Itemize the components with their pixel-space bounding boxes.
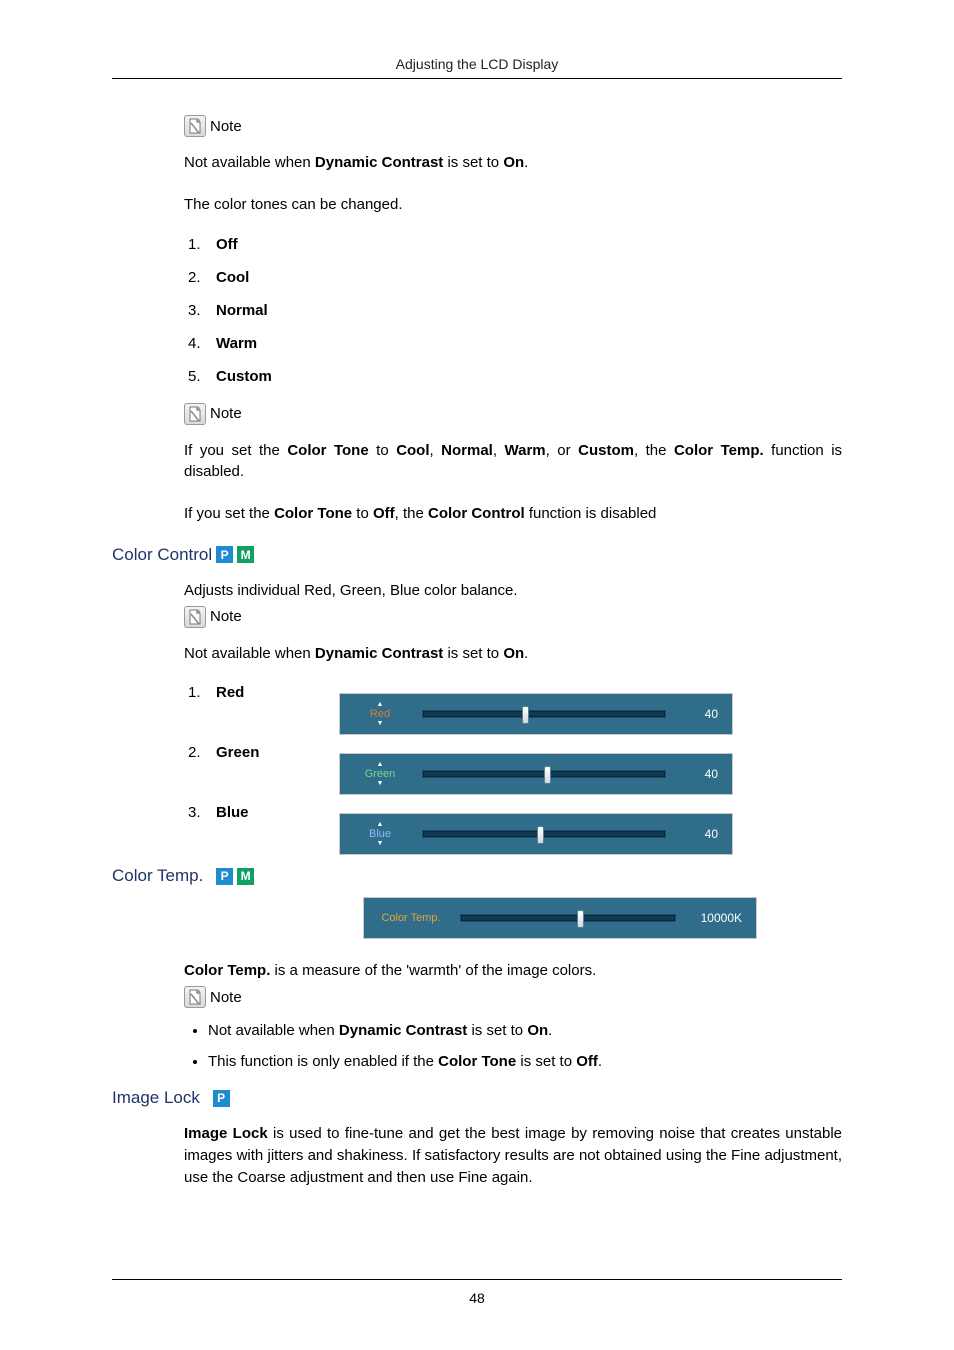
slider-row-blue: 3. Blue ▲Blue▼ 40 — [188, 804, 842, 854]
page-number: 48 — [112, 1290, 842, 1306]
note-label: Note — [210, 989, 242, 1006]
note-label: Note — [210, 118, 242, 135]
note-icon — [184, 986, 206, 1008]
color-temp-bullets: Not available when Dynamic Contrast is s… — [184, 1022, 842, 1070]
slider-track[interactable] — [422, 830, 666, 838]
color-tone-intro: The color tones can be changed. — [184, 194, 842, 216]
p-badge-icon: P — [213, 1090, 230, 1107]
color-control-desc: Adjusts individual Red, Green, Blue colo… — [184, 580, 842, 602]
slider-value: 40 — [674, 827, 718, 841]
slider-thumb[interactable] — [577, 910, 584, 928]
section-heading-color-control: Color ControlPM — [112, 545, 842, 565]
color-control-sliders: 1. Red ▲Red▼ 40 2. Green ▲Green▼ — [184, 684, 842, 854]
slider-value: 40 — [674, 767, 718, 781]
slider-value: 40 — [674, 707, 718, 721]
note-block: Note — [184, 986, 842, 1008]
slider-thumb[interactable] — [522, 706, 529, 724]
slider-row-green: 2. Green ▲Green▼ 40 — [188, 744, 842, 794]
note-icon — [184, 606, 206, 628]
list-item: 3.Normal — [188, 302, 842, 319]
note-text: Not available when Dynamic Contrast is s… — [184, 152, 842, 174]
note-block: Note — [184, 403, 842, 425]
footer-divider — [112, 1279, 842, 1280]
color-temp-desc: Color Temp. is a measure of the 'warmth'… — [184, 960, 842, 982]
osd-slider-blue[interactable]: ▲Blue▼ 40 — [340, 814, 732, 854]
note-block: Note — [184, 115, 842, 137]
osd-slider-red[interactable]: ▲Red▼ 40 — [340, 694, 732, 734]
slider-value: 10000K — [684, 911, 742, 925]
p-badge-icon: P — [216, 546, 233, 563]
list-item: 5.Custom — [188, 368, 842, 385]
slider-track[interactable] — [460, 914, 676, 922]
note-icon — [184, 115, 206, 137]
bullet-item: Not available when Dynamic Contrast is s… — [208, 1022, 842, 1039]
osd-slider-color-temp[interactable]: Color Temp. 10000K — [364, 898, 756, 938]
osd-slider-green[interactable]: ▲Green▼ 40 — [340, 754, 732, 794]
image-lock-desc: Image Lock is used to fine-tune and get … — [184, 1123, 842, 1188]
bullet-item: This function is only enabled if the Col… — [208, 1053, 842, 1070]
page-header: Adjusting the LCD Display — [112, 56, 842, 72]
slider-track[interactable] — [422, 770, 666, 778]
note-block: Note — [184, 606, 842, 628]
p-badge-icon: P — [216, 868, 233, 885]
note-label: Note — [210, 608, 242, 625]
note-text: Not available when Dynamic Contrast is s… — [184, 643, 842, 665]
color-tone-note-1: If you set the Color Tone to Cool, Norma… — [184, 440, 842, 484]
slider-thumb[interactable] — [537, 826, 544, 844]
slider-row-red: 1. Red ▲Red▼ 40 — [188, 684, 842, 734]
m-badge-icon: M — [237, 868, 254, 885]
list-item: 4.Warm — [188, 335, 842, 352]
note-label: Note — [210, 405, 242, 422]
color-tone-note-2: If you set the Color Tone to Off, the Co… — [184, 503, 842, 525]
section-heading-color-temp: Color Temp. PM — [112, 866, 842, 886]
list-item: 2.Cool — [188, 269, 842, 286]
slider-track[interactable] — [422, 710, 666, 718]
section-heading-image-lock: Image Lock P — [112, 1088, 842, 1108]
note-icon — [184, 403, 206, 425]
m-badge-icon: M — [237, 546, 254, 563]
color-tone-list: 1.Off 2.Cool 3.Normal 4.Warm 5.Custom — [184, 236, 842, 385]
header-divider — [112, 78, 842, 79]
list-item: 1.Off — [188, 236, 842, 253]
slider-thumb[interactable] — [544, 766, 551, 784]
